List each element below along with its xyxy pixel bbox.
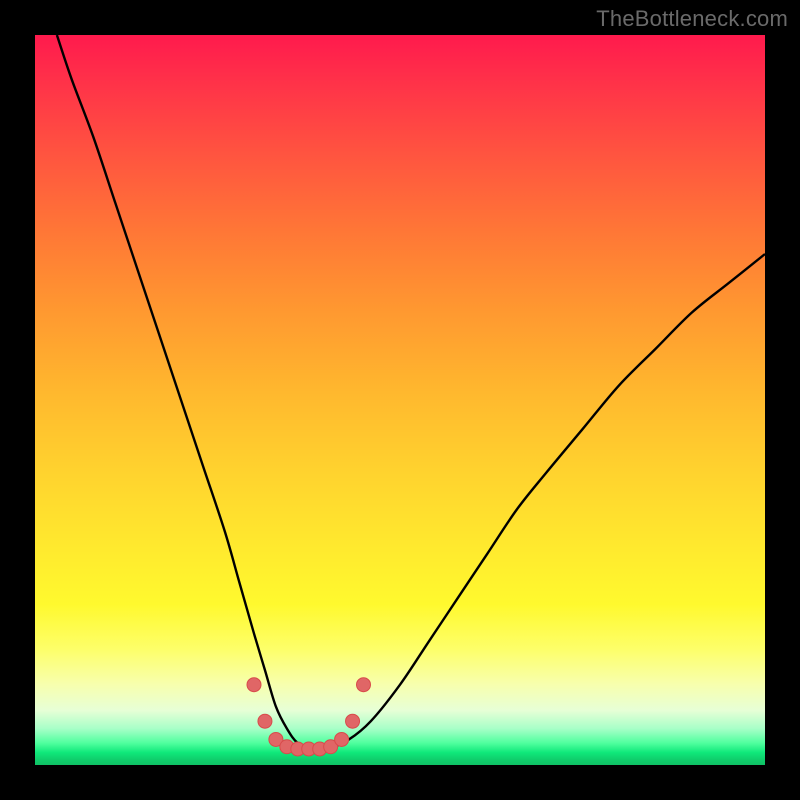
marker-group	[247, 678, 371, 756]
data-marker	[346, 714, 360, 728]
data-marker	[357, 678, 371, 692]
chart-svg	[35, 35, 765, 765]
plot-area	[35, 35, 765, 765]
bottleneck-curve	[57, 35, 765, 750]
curve-group	[57, 35, 765, 750]
data-marker	[258, 714, 272, 728]
chart-frame: TheBottleneck.com	[0, 0, 800, 800]
data-marker	[335, 732, 349, 746]
watermark-text: TheBottleneck.com	[596, 6, 788, 32]
data-marker	[247, 678, 261, 692]
